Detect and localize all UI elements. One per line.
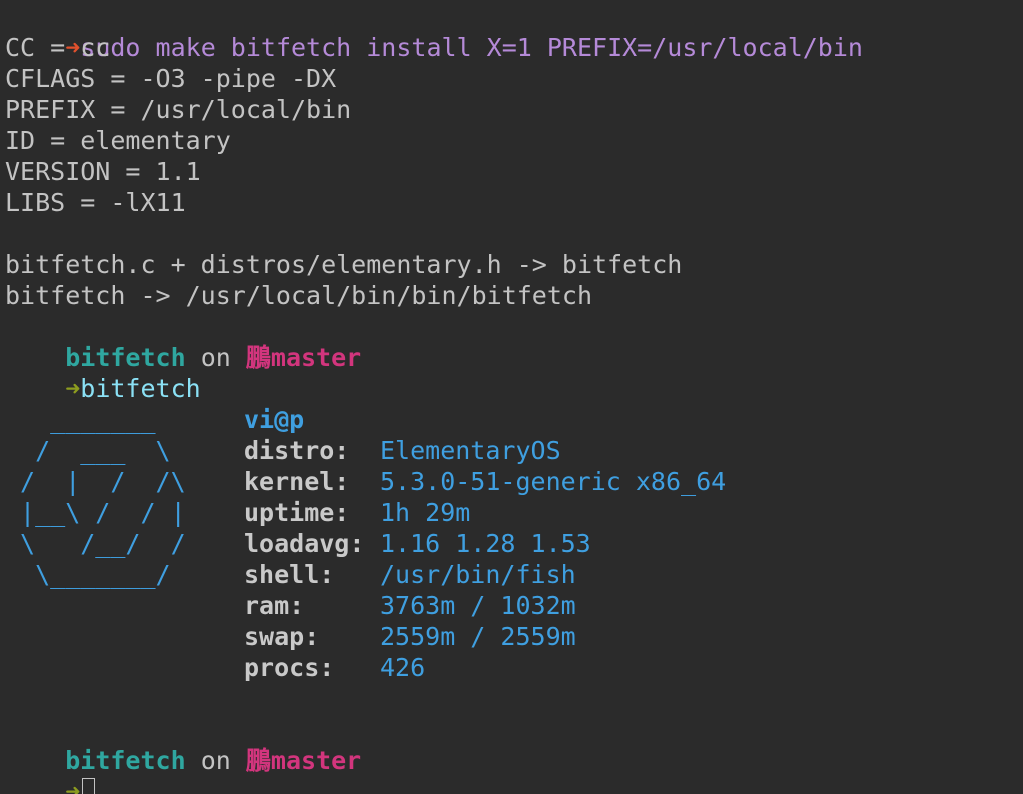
- system-info: vi@p distro: ElementaryOS kernel: 5.3.0-51…: [244, 404, 726, 683]
- info-key: uptime:: [244, 498, 350, 527]
- info-value: 426: [380, 653, 426, 682]
- info-value: 1.16 1.28 1.53: [380, 529, 591, 558]
- elementary-logo-ascii: _______ / ___ \ / | / /\ |__\ / / | \ /_…: [5, 404, 186, 590]
- bitfetch-output: _______ / ___ \ / | / /\ |__\ / / | \ /_…: [5, 404, 1023, 714]
- git-branch-name: master: [270, 343, 362, 372]
- output-line-id: ID = elementary: [5, 126, 231, 155]
- logo-line: |__\ / / |: [5, 498, 186, 527]
- logo-line: \_______/: [5, 560, 171, 589]
- output-line-prefix: PREFIX = /usr/local/bin: [5, 95, 352, 124]
- prompt-context-2: bitfetch on 鵬master: [5, 714, 1023, 775]
- info-key: kernel:: [244, 467, 350, 496]
- logo-line: \ /__/ /: [5, 529, 186, 558]
- git-branch-icon: 鵬: [245, 343, 271, 372]
- command-text-2: bitfetch: [80, 374, 201, 403]
- info-value: 3763m / 1032m: [380, 591, 576, 620]
- prompt-on-word: on: [200, 343, 231, 372]
- info-row-distro: distro: ElementaryOS: [244, 435, 726, 466]
- info-key: swap:: [244, 622, 320, 651]
- output-line-version: VERSION = 1.1: [5, 157, 201, 186]
- info-key: shell:: [244, 560, 335, 589]
- prompt-directory: bitfetch: [65, 746, 186, 775]
- prompt-arrow-ok-icon: ➜: [65, 374, 81, 403]
- info-value: 2559m / 2559m: [380, 622, 576, 651]
- info-key: procs:: [244, 653, 335, 682]
- command-text-1: sudo make bitfetch install X=1 PREFIX=/u…: [80, 33, 863, 62]
- prompt-on-word: on: [200, 746, 231, 775]
- info-value: 5.3.0-51-generic x86_64: [380, 467, 727, 496]
- output-line-compile: bitfetch.c + distros/elementary.h -> bit…: [5, 250, 683, 279]
- info-key: distro:: [244, 436, 350, 465]
- output-line-install: bitfetch -> /usr/local/bin/bin/bitfetch: [5, 281, 592, 310]
- info-row-loadavg: loadavg: 1.16 1.28 1.53: [244, 528, 726, 559]
- info-row-ram: ram: 3763m / 1032m: [244, 590, 726, 621]
- info-row-swap: swap: 2559m / 2559m: [244, 621, 726, 652]
- info-key: ram:: [244, 591, 305, 620]
- command-line-1: ➜sudo make bitfetch install X=1 PREFIX=/…: [5, 1, 1023, 62]
- info-value: ElementaryOS: [380, 436, 561, 465]
- info-key: loadavg:: [244, 529, 365, 558]
- text-cursor[interactable]: [82, 778, 96, 794]
- info-value: 1h 29m: [380, 498, 471, 527]
- info-row-shell: shell: /usr/bin/fish: [244, 559, 726, 590]
- terminal-window[interactable]: ➜ sudo make bitfetch install X=1 PREFIX=/…: [0, 0, 1023, 794]
- logo-line: / ___ \: [5, 436, 171, 465]
- info-row-uptime: uptime: 1h 29m: [244, 497, 726, 528]
- info-row-kernel: kernel: 5.3.0-51-generic x86_64: [244, 466, 726, 497]
- git-branch-name: master: [270, 746, 362, 775]
- info-row-procs: procs: 426: [244, 652, 726, 683]
- output-line-libs: LIBS = -lX11: [5, 188, 186, 217]
- logo-line: / | / /\: [5, 467, 186, 496]
- logo-line: _______: [5, 405, 156, 434]
- output-line-cflags: CFLAGS = -O3 -pipe -DX: [5, 64, 337, 93]
- output-line-blank: [5, 218, 1023, 249]
- git-branch-icon: 鵬: [245, 746, 271, 775]
- prompt-arrow-ok-icon: ➜: [65, 777, 81, 794]
- info-value: /usr/bin/fish: [380, 560, 576, 589]
- prompt-context-1: bitfetch on 鵬master: [5, 311, 1023, 372]
- user-host: vi@p: [244, 405, 305, 434]
- prompt-directory: bitfetch: [65, 343, 186, 372]
